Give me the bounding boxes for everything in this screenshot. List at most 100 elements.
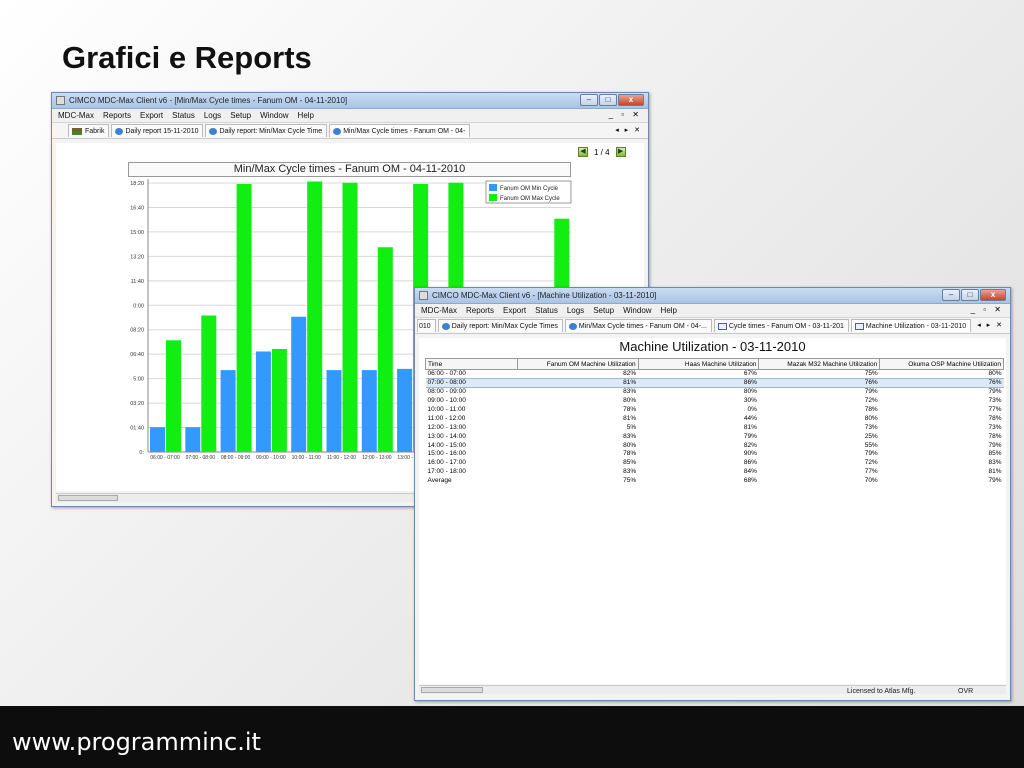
- menu-logs[interactable]: Logs: [204, 111, 221, 120]
- menu-setup[interactable]: Setup: [593, 306, 614, 315]
- footer-url[interactable]: www.programminc.it: [12, 728, 261, 756]
- table-row[interactable]: 17:00 - 18:00 83% 84% 77% 81%: [426, 467, 1004, 476]
- minimize-button[interactable]: –: [942, 289, 960, 301]
- tab-machine-utilization[interactable]: Machine Utilization - 03-11-2010: [850, 319, 972, 332]
- y-tick-label: 0:00: [133, 303, 144, 309]
- table-cell: 82%: [743, 441, 757, 449]
- next-page-button[interactable]: ▶: [615, 147, 626, 157]
- tab-daily-minmax[interactable]: Daily report: Min/Max Cycle Times: [437, 319, 563, 332]
- page-indicator: 1 / 4: [594, 147, 610, 157]
- table-row[interactable]: 06:00 - 07:00 82% 67% 75% 80%: [426, 370, 1004, 379]
- table-cell: 10:00 - 11:00: [427, 406, 466, 413]
- tab-cycle-times[interactable]: Cycle times - Fanum OM - 03-11-201: [713, 319, 849, 332]
- table-row[interactable]: 13:00 - 14:00 83% 79% 25% 78%: [426, 432, 1004, 441]
- menu-help[interactable]: Help: [661, 306, 677, 315]
- table-row[interactable]: 14:00 - 15:00 80% 82% 55% 79%: [426, 441, 1004, 450]
- table-cell: 13:00 - 14:00: [427, 432, 466, 440]
- column-header-haas[interactable]: Haas Machine Utilization: [637, 358, 760, 370]
- close-button[interactable]: x: [618, 94, 644, 106]
- legend-swatch: [489, 184, 497, 191]
- table-cell: 80%: [743, 388, 757, 396]
- utilization-content: Machine Utilization - 03-11-2010 Time Fa…: [419, 338, 1006, 684]
- prev-page-button[interactable]: ◀: [578, 147, 588, 157]
- table-row[interactable]: 10:00 - 11:00 78% 0% 78% 77%: [426, 405, 1004, 414]
- bar-min: [326, 370, 342, 452]
- legend-label: Fanum OM Min Cycle: [500, 186, 559, 192]
- report-icon: [333, 128, 342, 135]
- table-cell: 81%: [743, 423, 757, 431]
- table-cell: 06:00 - 07:00: [427, 370, 466, 378]
- table-cell: 15:00 - 16:00: [427, 450, 466, 458]
- y-tick-label: 16:40: [130, 205, 144, 211]
- y-tick-label: 11:40: [131, 279, 144, 285]
- x-tick-label: 10:00 - 11:00: [292, 455, 321, 461]
- maximize-button[interactable]: □: [961, 289, 979, 301]
- table-row[interactable]: 15:00 - 16:00 78% 90% 79% 85%: [426, 450, 1004, 459]
- mdi-controls[interactable]: _ ▫ ✕: [609, 110, 642, 119]
- report-icon: [568, 323, 577, 330]
- table-row[interactable]: 12:00 - 13:00 5% 81% 73% 73%: [426, 423, 1004, 432]
- menu-reports[interactable]: Reports: [466, 306, 494, 315]
- tab-navigation[interactable]: ◂ ▸ ✕: [615, 126, 642, 134]
- scrollbar-thumb[interactable]: [421, 687, 483, 693]
- y-tick-label: 0:: [139, 450, 144, 456]
- table-row[interactable]: 09:00 - 10:00 80% 30% 72% 73%: [426, 396, 1004, 405]
- table-cell: 73%: [988, 423, 1002, 431]
- bar-min: [397, 368, 413, 452]
- menu-logs[interactable]: Logs: [567, 306, 584, 315]
- utilization-table: Time Fanum OM Machine Utilization Haas M…: [425, 358, 1004, 485]
- menu-help[interactable]: Help: [298, 111, 314, 120]
- horizontal-scrollbar[interactable]: [419, 685, 1006, 694]
- tab-fabrik[interactable]: Fabrik: [68, 124, 110, 137]
- report-icon: [115, 128, 124, 135]
- y-tick-label: 08:20: [130, 328, 144, 334]
- menu-window[interactable]: Window: [623, 306, 651, 315]
- minimize-button[interactable]: –: [580, 94, 598, 106]
- y-tick-label: 01:40: [130, 426, 144, 432]
- table-cell: 79%: [988, 441, 1002, 449]
- table-cell: 75%: [864, 370, 878, 378]
- tab-minmax-fanum[interactable]: Min/Max Cycle times - Fanum OM - 04-: [329, 124, 471, 137]
- tab-partial[interactable]: 010: [417, 319, 436, 332]
- table-cell: 80%: [988, 370, 1002, 378]
- menu-window[interactable]: Window: [260, 111, 288, 120]
- table-row[interactable]: 16:00 - 17:00 85% 86% 72% 83%: [426, 458, 1004, 467]
- table-cell: 12:00 - 13:00: [427, 423, 466, 431]
- y-tick-label: 15:00: [130, 230, 144, 236]
- menu-export[interactable]: Export: [503, 306, 526, 315]
- tab-navigation[interactable]: ◂ ▸ ✕: [977, 321, 1004, 329]
- menu-status[interactable]: Status: [172, 111, 195, 120]
- window-controls: – □ x: [580, 94, 644, 106]
- close-button[interactable]: x: [980, 289, 1006, 301]
- tab-minmax-fanum[interactable]: Min/Max Cycle times - Fanum OM - 04-...: [564, 319, 712, 332]
- table-row[interactable]: 11:00 - 12:00 81% 44% 80% 78%: [426, 414, 1004, 423]
- table-cell: 76%: [879, 377, 1004, 388]
- column-header-time[interactable]: Time: [425, 358, 518, 370]
- tab-daily-report[interactable]: Daily report 15-11-2010: [111, 124, 204, 137]
- column-header-okuma[interactable]: Okuma OSP Machine Utilization: [879, 358, 1004, 370]
- menu-export[interactable]: Export: [140, 111, 163, 120]
- menu-mdc-max[interactable]: MDC-Max: [58, 111, 94, 120]
- table-cell: 25%: [864, 432, 878, 440]
- chart-window-titlebar[interactable]: CIMCO MDC-Max Client v6 - [Min/Max Cycle…: [52, 93, 648, 109]
- tab-daily-minmax[interactable]: Daily report: Min/Max Cycle Time: [205, 124, 328, 137]
- column-header-fanum[interactable]: Fanum OM Machine Utilization: [516, 358, 639, 370]
- table-row[interactable]: 07:00 - 08:00 81% 86% 76% 76%: [425, 377, 1004, 388]
- maximize-button[interactable]: □: [599, 94, 617, 106]
- menu-reports[interactable]: Reports: [103, 111, 131, 120]
- utilization-window-titlebar[interactable]: CIMCO MDC-Max Client v6 - [Machine Utili…: [415, 288, 1010, 304]
- table-row[interactable]: 08:00 - 09:00 83% 80% 79% 79%: [426, 387, 1004, 396]
- menu-setup[interactable]: Setup: [230, 111, 251, 120]
- mdi-controls[interactable]: _ ▫ ✕: [971, 305, 1004, 314]
- scrollbar-thumb[interactable]: [58, 495, 118, 501]
- table-row[interactable]: Average 75% 68% 70% 79%: [426, 476, 1004, 485]
- bar-max: [377, 247, 393, 452]
- menu-status[interactable]: Status: [535, 306, 558, 315]
- factory-icon: [72, 128, 82, 135]
- column-header-mazak[interactable]: Mazak M32 Machine Utilization: [758, 358, 881, 370]
- y-tick-label: 06:40: [130, 352, 144, 358]
- tab-label: Min/Max Cycle times - Fanum OM - 04-: [343, 128, 466, 135]
- menu-mdc-max[interactable]: MDC-Max: [421, 306, 457, 315]
- table-cell: 81%: [988, 468, 1002, 476]
- report-title: Machine Utilization - 03-11-2010: [619, 339, 806, 354]
